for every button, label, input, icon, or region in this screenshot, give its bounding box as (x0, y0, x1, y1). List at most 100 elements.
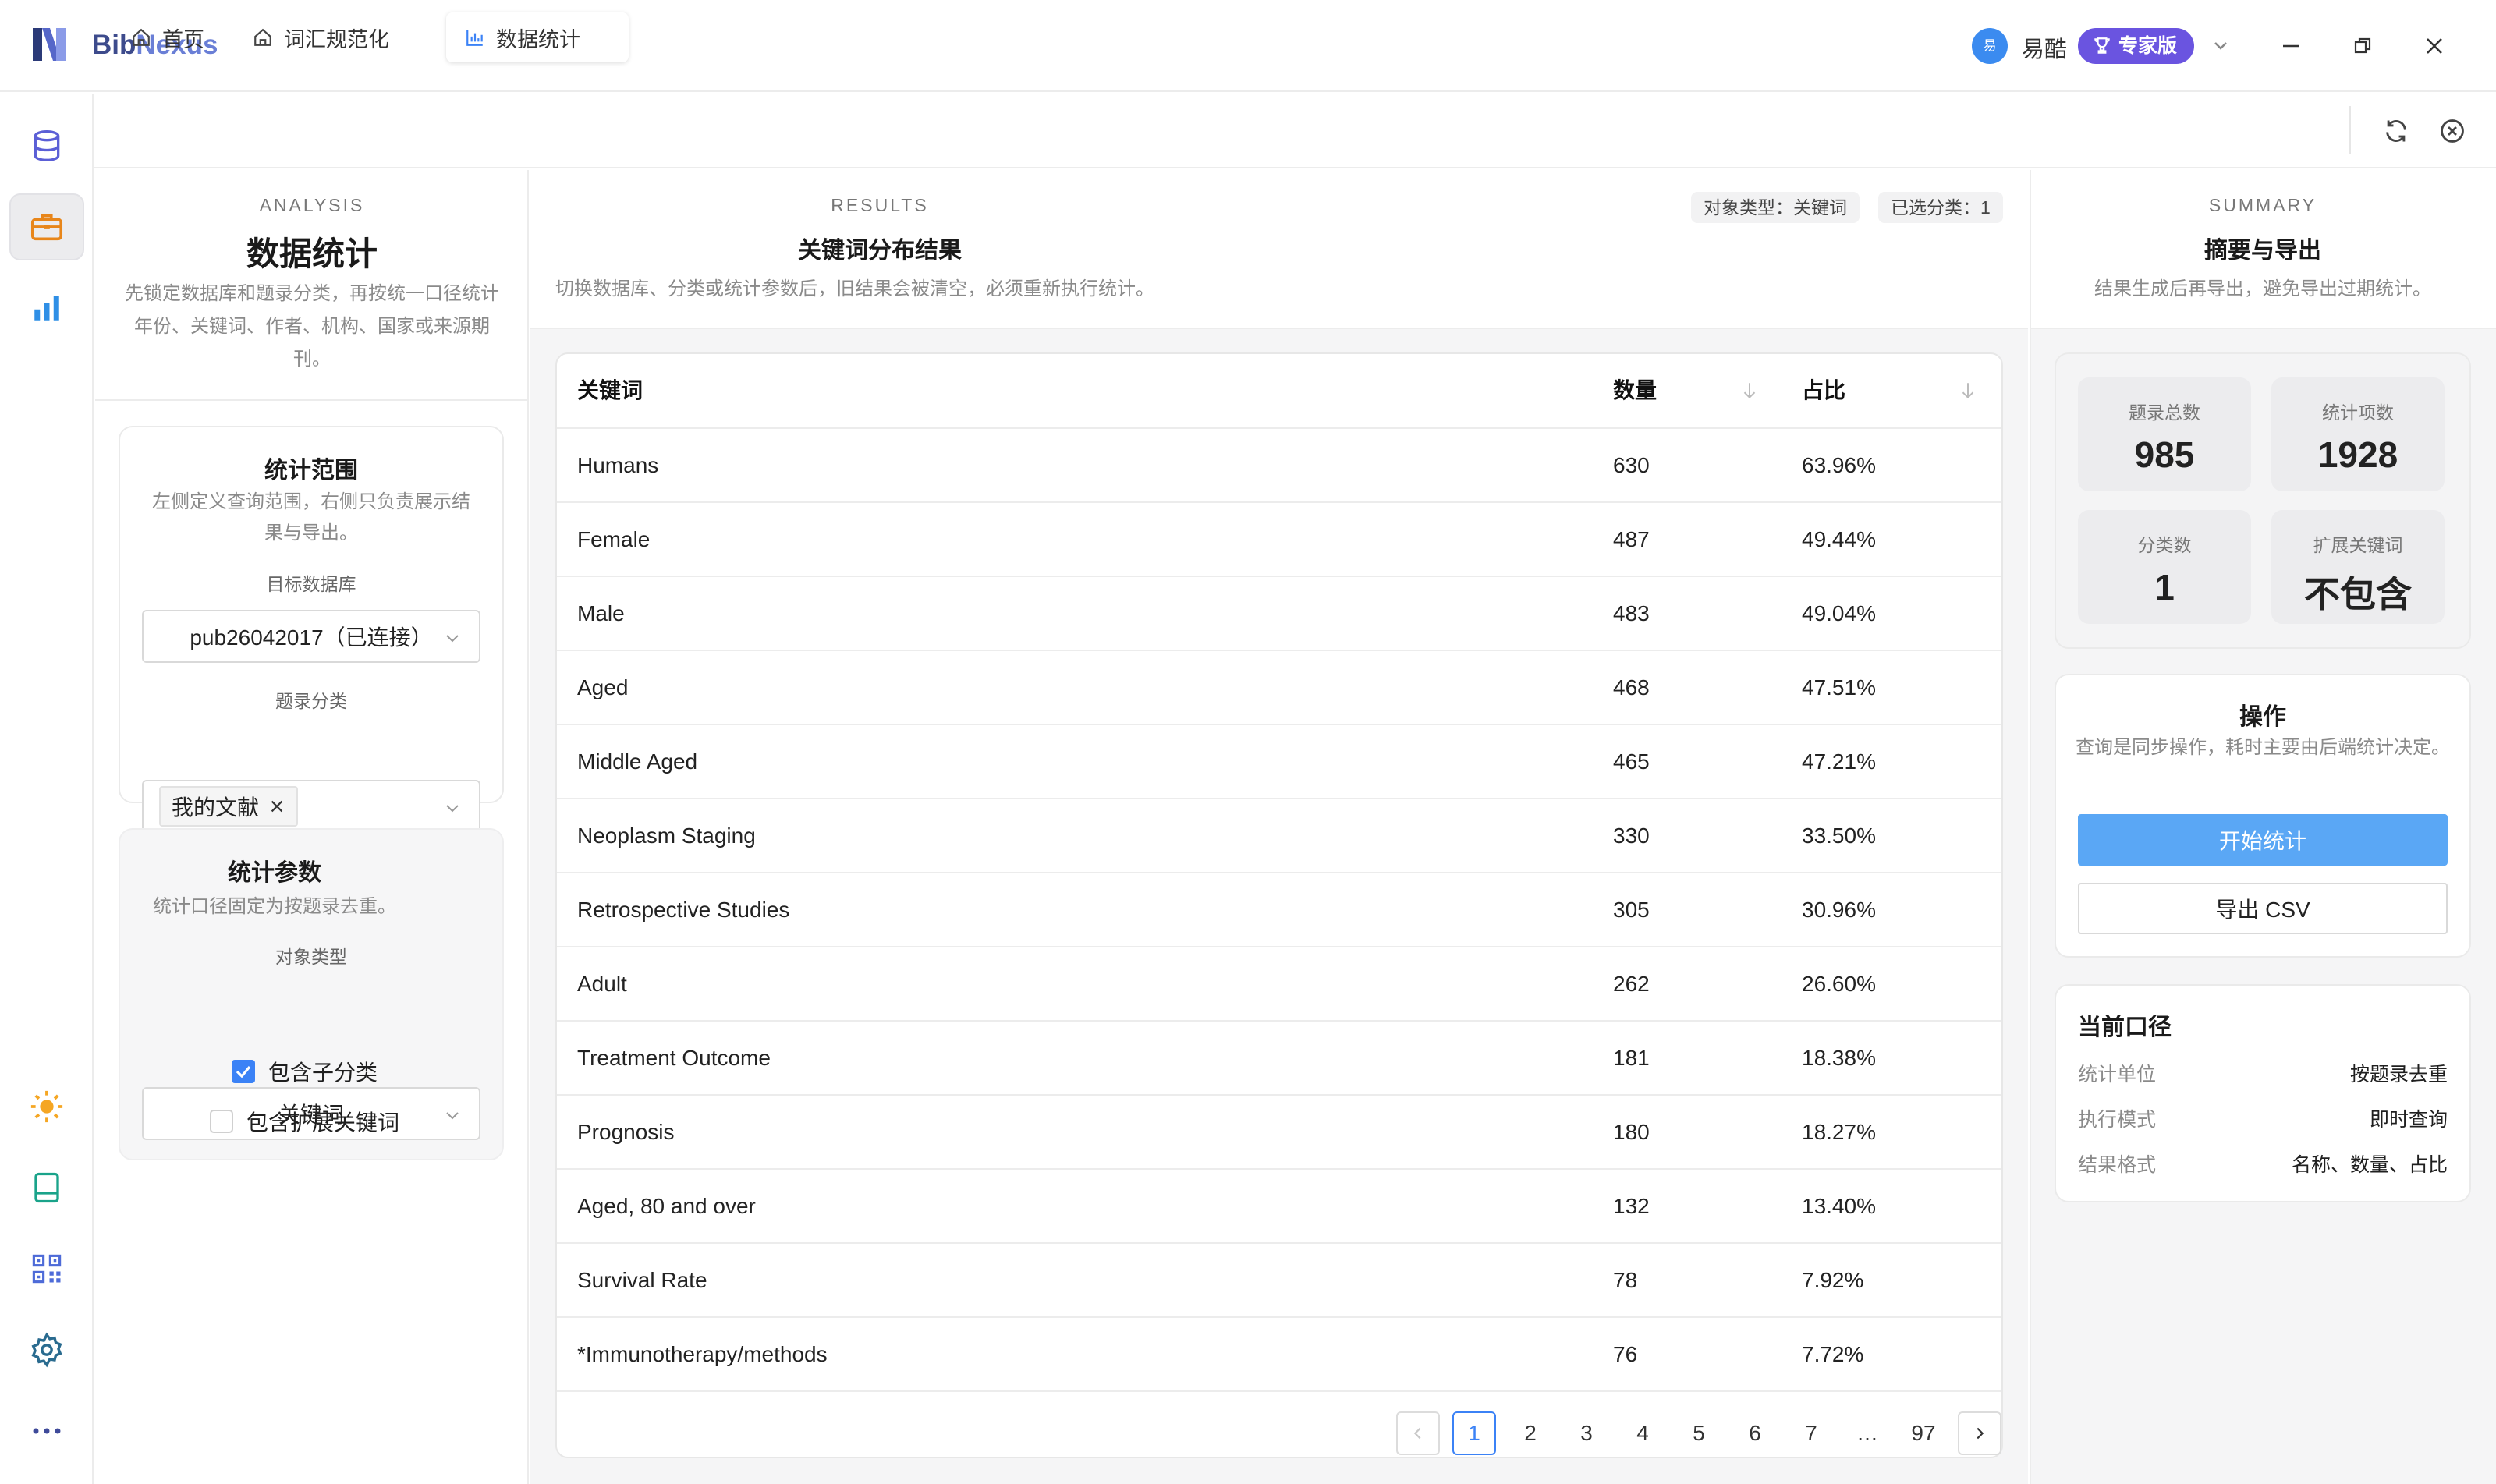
table-row[interactable]: Survival Rate 78 7.92% (557, 1244, 2001, 1318)
stat-value: 不包含 (2304, 574, 2412, 614)
chevron-left-icon (1413, 1427, 1421, 1440)
stat-extended-keywords: 扩展关键词 不包含 (2271, 510, 2445, 624)
table-row[interactable]: Aged 468 47.51% (557, 651, 2001, 725)
rail-database-button[interactable] (9, 112, 84, 179)
col-keyword[interactable]: 关键词 (577, 354, 643, 427)
category-select[interactable]: 我的文献 (142, 780, 480, 833)
table-row[interactable]: Aged, 80 and over 132 13.40% (557, 1170, 2001, 1244)
stat-label: 统计项数 (2322, 402, 2394, 423)
table-row[interactable]: Middle Aged 465 47.21% (557, 725, 2001, 799)
table-row[interactable]: Treatment Outcome 181 18.38% (557, 1022, 2001, 1096)
page-ellipsis: … (1856, 1421, 1878, 1445)
checkbox-unchecked-icon (210, 1110, 233, 1133)
cell-keyword: Prognosis (577, 1120, 675, 1144)
caliber-key: 统计单位 (2078, 1064, 2157, 1086)
divider (2349, 106, 2351, 154)
rail-qrcode-button[interactable] (9, 1235, 84, 1302)
stat-item-count: 统计项数 1928 (2271, 377, 2445, 491)
category-tag: 我的文献 (159, 786, 299, 827)
results-overline: RESULTS (831, 195, 929, 215)
user-name[interactable]: 易酷 (2022, 31, 2067, 64)
start-statistics-button[interactable]: 开始统计 (2078, 814, 2448, 866)
rail-toolbox-button[interactable] (9, 193, 84, 260)
page-button[interactable]: 5 (1677, 1411, 1721, 1455)
page-button[interactable]: 4 (1621, 1411, 1665, 1455)
col-count[interactable]: 数量 (1613, 354, 1657, 427)
table-row[interactable]: Retrospective Studies 305 30.96% (557, 873, 2001, 947)
type-chip: 对象类型：关键词 (1691, 192, 1860, 223)
page-button[interactable]: 1 (1452, 1411, 1496, 1455)
table-row[interactable]: Prognosis 180 18.27% (557, 1096, 2001, 1170)
close-icon[interactable] (268, 798, 285, 815)
page-button[interactable]: 6 (1733, 1411, 1777, 1455)
cell-keyword: Retrospective Studies (577, 898, 790, 922)
table-row[interactable]: Neoplasm Staging 330 33.50% (557, 799, 2001, 873)
table-row[interactable]: Humans 630 63.96% (557, 429, 2001, 503)
page-button[interactable]: 2 (1509, 1411, 1552, 1455)
stat-value: 1 (2154, 567, 2175, 607)
page-button[interactable]: 97 (1902, 1411, 1945, 1455)
rail-statistics-button[interactable] (9, 274, 84, 342)
tab-statistics[interactable]: 数据统计 (446, 12, 629, 62)
results-description: 切换数据库、分类或统计参数后，旧结果会被清空，必须重新执行统计。 (555, 278, 1154, 299)
include-sub-checkbox[interactable]: 包含子分类 (231, 1056, 378, 1087)
restore-button[interactable] (2342, 25, 2384, 67)
rail-theme-button[interactable] (9, 1073, 84, 1140)
cell-keyword: Aged (577, 675, 629, 699)
divider (95, 399, 529, 401)
results-table: 关键词 数量 占比 Humans 630 63.96% Female 487 49.44%… (555, 352, 2003, 1458)
tab-home[interactable]: 首页 (112, 12, 223, 62)
chevron-right-icon (1977, 1427, 1984, 1440)
cell-count: 76 (1613, 1342, 1638, 1366)
bar-chart-icon (466, 30, 483, 46)
page-title: 数据统计 (246, 236, 378, 272)
checkbox-checked-icon (232, 1060, 255, 1083)
sort-arrow-icon[interactable] (1739, 381, 1760, 401)
sort-arrow-icon[interactable] (1958, 381, 1978, 401)
refresh-button[interactable] (2379, 114, 2413, 148)
table-row[interactable]: Adult 262 26.60% (557, 947, 2001, 1022)
include-ext-checkbox[interactable]: 包含扩展关键词 (209, 1106, 399, 1137)
caliber-value: 按题录去重 (2349, 1064, 2448, 1086)
cell-keyword: Female (577, 527, 651, 551)
page-button[interactable]: 7 (1789, 1411, 1833, 1455)
db-select[interactable]: pub26042017（已连接） (142, 610, 480, 663)
cell-count: 305 (1613, 898, 1650, 922)
export-csv-button[interactable]: 导出 CSV (2078, 883, 2448, 934)
app-logo-icon (33, 28, 66, 61)
close-window-button[interactable] (2413, 25, 2455, 67)
chevron-down-icon (446, 1112, 459, 1120)
stat-total-records: 题录总数 985 (2078, 377, 2251, 491)
table-row[interactable]: Male 483 49.04% (557, 577, 2001, 651)
close-tabs-button[interactable] (2435, 114, 2469, 148)
prev-page-button[interactable] (1396, 1411, 1440, 1455)
caliber-key: 执行模式 (2078, 1109, 2157, 1131)
next-page-button[interactable] (1958, 1411, 2001, 1455)
summary-title: 摘要与导出 (2204, 238, 2321, 264)
stat-label: 题录总数 (2129, 402, 2200, 423)
category-tag-label: 我的文献 (172, 795, 260, 820)
rail-settings-button[interactable] (9, 1316, 84, 1383)
tab-vocabulary[interactable]: 词汇规范化 (234, 12, 408, 62)
chevron-down-icon[interactable] (2209, 31, 2232, 59)
cell-percent: 13.40% (1802, 1194, 1876, 1218)
rail-docs-button[interactable] (9, 1154, 84, 1221)
minimize-button[interactable] (2270, 25, 2312, 67)
tab-label: 首页 (162, 27, 204, 51)
cell-percent: 49.04% (1802, 601, 1876, 625)
cell-keyword: Treatment Outcome (577, 1046, 771, 1070)
cell-keyword: Survival Rate (577, 1268, 707, 1292)
cell-count: 465 (1613, 749, 1650, 774)
rail-more-button[interactable] (9, 1397, 84, 1465)
col-percent[interactable]: 占比 (1802, 354, 1845, 427)
user-avatar[interactable]: 易 (1972, 28, 2008, 64)
table-row[interactable]: *Immunotherapy/methods 76 7.72% (557, 1318, 2001, 1392)
include-ext-label: 包含扩展关键词 (246, 1110, 400, 1135)
pro-badge[interactable]: 专家版 (2078, 28, 2195, 64)
include-sub-label: 包含子分类 (268, 1061, 378, 1085)
actions-title: 操作 (2239, 704, 2286, 730)
table-row[interactable]: Female 487 49.44% (557, 503, 2001, 577)
page-button[interactable]: 3 (1565, 1411, 1608, 1455)
cell-keyword: Adult (577, 972, 627, 996)
summary-overline: SUMMARY (2208, 195, 2317, 215)
